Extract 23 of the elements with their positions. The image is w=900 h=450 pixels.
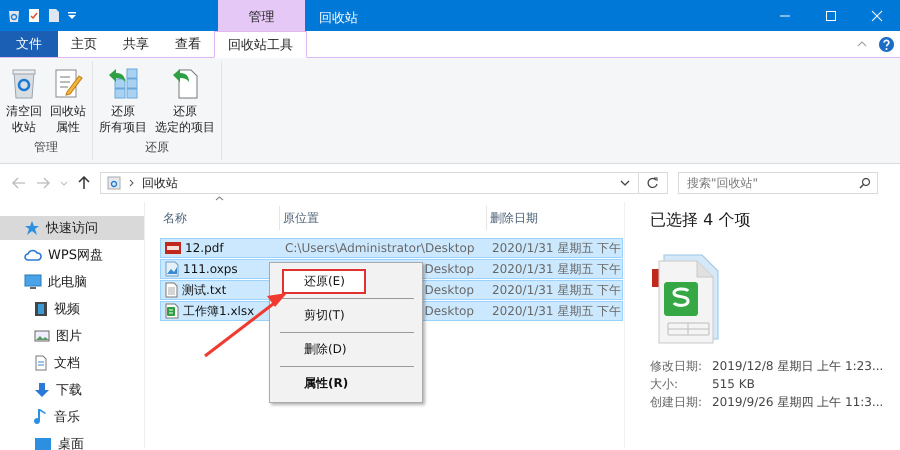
- property-label: 大小:: [650, 376, 680, 393]
- property-label: 修改日期:: [650, 358, 704, 375]
- table-cell: Desktop: [424, 304, 474, 318]
- property-value: 2019/12/8 星期日 上午 1:23...: [712, 358, 884, 375]
- file-name: 工作簿1.xlsx: [183, 302, 254, 320]
- table-cell: Desktop: [424, 262, 474, 276]
- group-label: 还原: [145, 140, 169, 154]
- property-value: 2019/9/26 星期四 上午 11:3...: [712, 394, 884, 411]
- table-cell: 2020/1/31 星期五 下午: [492, 262, 622, 276]
- window-title: 回收站: [319, 11, 358, 26]
- property-label: 创建日期:: [650, 394, 704, 411]
- context-tab-header: 管理: [218, 0, 305, 31]
- group-label: 管理: [34, 140, 58, 154]
- property-value: 515 KB: [712, 376, 755, 393]
- table-cell: 2020/1/31 星期五 下午: [492, 240, 622, 254]
- selection-heading: 已选择 4 个项: [650, 210, 750, 229]
- file-name: 111.oxps: [183, 262, 238, 276]
- table-cell: 2020/1/31 星期五 下午: [492, 304, 622, 318]
- table-cell: Desktop: [424, 283, 474, 297]
- table-cell: C:\Users\Administrator\Desktop: [285, 241, 474, 255]
- file-name: 测试.txt: [182, 282, 226, 298]
- table-cell: 2020/1/31 星期五 下午: [492, 282, 622, 296]
- file-name: 12.pdf: [185, 241, 224, 255]
